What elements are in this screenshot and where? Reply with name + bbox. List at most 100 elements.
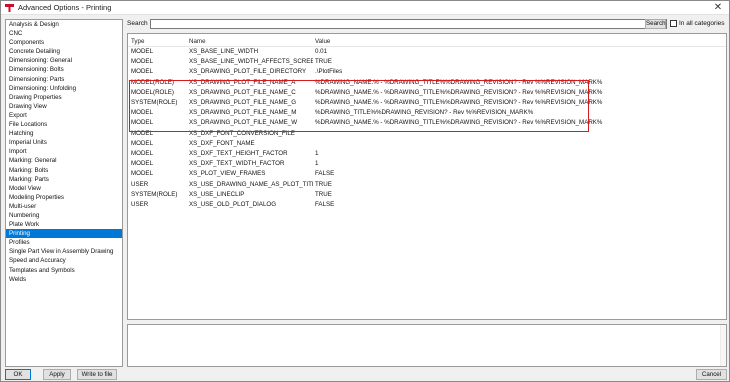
cell-type: MODEL bbox=[131, 160, 154, 168]
sidebar-item[interactable]: Speed and Accuracy bbox=[6, 256, 122, 265]
cell-type: MODEL bbox=[131, 68, 154, 76]
sidebar-item[interactable]: Welds bbox=[6, 275, 122, 284]
cell-name: XS_DRAWING_PLOT_FILE_NAME_C bbox=[189, 88, 296, 96]
sidebar-item[interactable]: Multi-user bbox=[6, 202, 122, 211]
table-row[interactable]: MODEL XS_PLOT_VIEW_FRAMES FALSE bbox=[128, 169, 726, 179]
cell-type: MODEL bbox=[131, 109, 154, 117]
cell-value: %DRAWING_NAME.% - %DRAWING_TITLE%%DRAWIN… bbox=[315, 78, 603, 86]
sidebar-item[interactable]: Dimensioning: Parts bbox=[6, 75, 122, 84]
cell-type: MODEL bbox=[131, 119, 154, 127]
title-bar[interactable]: Advanced Options - Printing ✕ bbox=[1, 1, 729, 15]
search-button[interactable]: Search bbox=[645, 19, 666, 29]
sidebar-item[interactable]: Components bbox=[6, 38, 122, 47]
cell-name: XS_DRAWING_PLOT_FILE_NAME_W bbox=[189, 119, 298, 127]
close-icon[interactable]: ✕ bbox=[711, 2, 725, 14]
table-row[interactable]: USER XS_USE_OLD_PLOT_DIALOG FALSE bbox=[128, 200, 726, 210]
sidebar-item[interactable]: Marking: Bolts bbox=[6, 166, 122, 175]
apply-button[interactable]: Apply bbox=[43, 369, 71, 380]
table-row[interactable]: USER XS_USE_DRAWING_NAME_AS_PLOT_TITLE TRU… bbox=[128, 180, 726, 190]
sidebar-item[interactable]: CNC bbox=[6, 29, 122, 38]
cell-type: SYSTEM(ROLE) bbox=[131, 190, 178, 198]
cell-name: XS_USE_LINECLIP bbox=[189, 190, 245, 198]
table-row[interactable]: SYSTEM(ROLE) XS_DRAWING_PLOT_FILE_NAME_G%… bbox=[128, 98, 726, 108]
search-bar: Search Search In all categories bbox=[127, 19, 727, 30]
cell-name: XS_DRAWING_PLOT_FILE_NAME_A bbox=[189, 78, 296, 86]
in-all-categories-checkbox[interactable] bbox=[670, 20, 677, 27]
cancel-button[interactable]: Cancel bbox=[696, 369, 727, 380]
sidebar-item[interactable]: Printing bbox=[6, 229, 122, 239]
table-row[interactable]: MODEL XS_DRAWING_PLOT_FILE_NAME_M %DRAWING… bbox=[128, 108, 726, 118]
table-row[interactable]: MODEL XS_BASE_LINE_WIDTH 0.01 bbox=[128, 47, 726, 57]
cell-name: XS_BASE_LINE_WIDTH bbox=[189, 48, 259, 55]
category-list[interactable]: Analysis & Design CNC Components Concrete D… bbox=[5, 19, 123, 367]
table-row[interactable]: MODEL XS_BASE_LINE_WIDTH_AFFECTS_SCREEN TR… bbox=[128, 57, 726, 67]
description-scrollbar[interactable] bbox=[720, 325, 726, 366]
cell-value: FALSE bbox=[315, 170, 335, 178]
sidebar-item[interactable]: Marking: Parts bbox=[6, 175, 122, 184]
cell-value: .\PlotFiles bbox=[315, 68, 343, 76]
cell-value: 1 bbox=[315, 150, 319, 157]
cell-type: MODEL bbox=[131, 129, 154, 137]
cell-value: TRUE bbox=[315, 190, 332, 198]
cell-type: MODEL bbox=[131, 170, 154, 178]
cell-name: XS_USE_DRAWING_NAME_AS_PLOT_TITLE bbox=[189, 180, 313, 188]
table-row[interactable]: MODEL(ROLE) XS_DRAWING_PLOT_FILE_NAME_C %D… bbox=[128, 88, 726, 98]
sidebar-item[interactable]: Analysis & Design bbox=[6, 20, 122, 29]
table-row[interactable]: MODEL XS_DXF_TEXT_HEIGHT_FACTOR 1 bbox=[128, 149, 726, 159]
sidebar-item[interactable]: Drawing View bbox=[6, 102, 122, 111]
search-label: Search bbox=[127, 20, 148, 27]
cell-name: XS_USE_OLD_PLOT_DIALOG bbox=[189, 201, 277, 208]
table-row[interactable]: SYSTEM(ROLE) XS_USE_LINECLIP TRUE bbox=[128, 190, 726, 200]
column-header-value[interactable]: Value bbox=[315, 37, 723, 47]
column-header-name[interactable]: Name bbox=[189, 37, 313, 47]
sidebar-item[interactable]: Numbering bbox=[6, 211, 122, 220]
cell-name: XS_BASE_LINE_WIDTH_AFFECTS_SCREEN bbox=[189, 58, 313, 66]
table-row[interactable]: MODEL XS_DXF_FONT_CONVERSION_FILE bbox=[128, 129, 726, 139]
cell-value bbox=[315, 139, 723, 149]
cell-value: TRUE bbox=[315, 58, 332, 66]
cell-value: %DRAWING_TITLE%%DRAWING_REVISION? - Rev … bbox=[315, 109, 534, 117]
sidebar-item[interactable]: Profiles bbox=[6, 238, 122, 247]
in-all-categories-label: In all categories bbox=[679, 20, 725, 27]
cell-value: %DRAWING_NAME.% - %DRAWING_TITLE%%DRAWIN… bbox=[315, 99, 603, 106]
sidebar-item[interactable]: Concrete Detailing bbox=[6, 47, 122, 56]
description-panel bbox=[127, 324, 727, 367]
sidebar-item[interactable]: Single Part View in Assembly Drawing bbox=[6, 247, 122, 256]
cell-type: MODEL bbox=[131, 139, 154, 147]
table-row[interactable]: MODEL XS_DXF_FONT_NAME bbox=[128, 139, 726, 149]
cell-value: FALSE bbox=[315, 201, 335, 208]
sidebar-item[interactable]: Drawing Properties bbox=[6, 93, 122, 102]
sidebar-item[interactable]: Templates and Symbols bbox=[6, 266, 122, 275]
cell-type: SYSTEM(ROLE) bbox=[131, 99, 178, 106]
table-row[interactable]: MODEL(ROLE) XS_DRAWING_PLOT_FILE_NAME_A %D… bbox=[128, 78, 726, 88]
cell-value: %DRAWING_NAME.% - %DRAWING_TITLE%%DRAWIN… bbox=[315, 119, 603, 127]
sidebar-item[interactable]: Dimensioning: General bbox=[6, 56, 122, 65]
cell-type: MODEL bbox=[131, 150, 154, 157]
sidebar-item[interactable]: Import bbox=[6, 147, 122, 156]
sidebar-item[interactable]: Imperial Units bbox=[6, 138, 122, 147]
cell-name: XS_PLOT_VIEW_FRAMES bbox=[189, 170, 266, 178]
cell-type: MODEL(ROLE) bbox=[131, 88, 174, 96]
cell-value: 0.01 bbox=[315, 48, 328, 55]
sidebar-item[interactable]: Hatching bbox=[6, 129, 122, 138]
cell-name: XS_DXF_FONT_CONVERSION_FILE bbox=[189, 129, 295, 137]
sidebar-item[interactable]: Modeling Properties bbox=[6, 193, 122, 202]
table-row[interactable]: MODEL XS_DRAWING_PLOT_FILE_NAME_W %DRAWING… bbox=[128, 118, 726, 128]
search-input[interactable] bbox=[150, 19, 667, 29]
sidebar-item[interactable]: Model View bbox=[6, 184, 122, 193]
cell-type: USER bbox=[131, 180, 149, 188]
sidebar-item[interactable]: Plate Work bbox=[6, 220, 122, 229]
cell-name: XS_DRAWING_PLOT_FILE_NAME_G bbox=[189, 99, 297, 106]
tekla-app-icon bbox=[5, 4, 14, 12]
table-row[interactable]: MODEL XS_DRAWING_PLOT_FILE_DIRECTORY .\Plo… bbox=[128, 67, 726, 77]
sidebar-item[interactable]: Marking: General bbox=[6, 156, 122, 165]
cell-name: XS_DXF_TEXT_HEIGHT_FACTOR bbox=[189, 150, 288, 157]
sidebar-item[interactable]: Dimensioning: Unfolding bbox=[6, 84, 122, 93]
write-to-file-button[interactable]: Write to file bbox=[77, 369, 117, 380]
sidebar-item[interactable]: File Locations bbox=[6, 120, 122, 129]
ok-button[interactable]: OK bbox=[5, 369, 31, 380]
sidebar-item[interactable]: Dimensioning: Bolts bbox=[6, 65, 122, 74]
sidebar-item[interactable]: Export bbox=[6, 111, 122, 120]
column-header-type[interactable]: Type bbox=[131, 37, 186, 47]
table-row[interactable]: MODEL XS_DXF_TEXT_WIDTH_FACTOR 1 bbox=[128, 159, 726, 169]
